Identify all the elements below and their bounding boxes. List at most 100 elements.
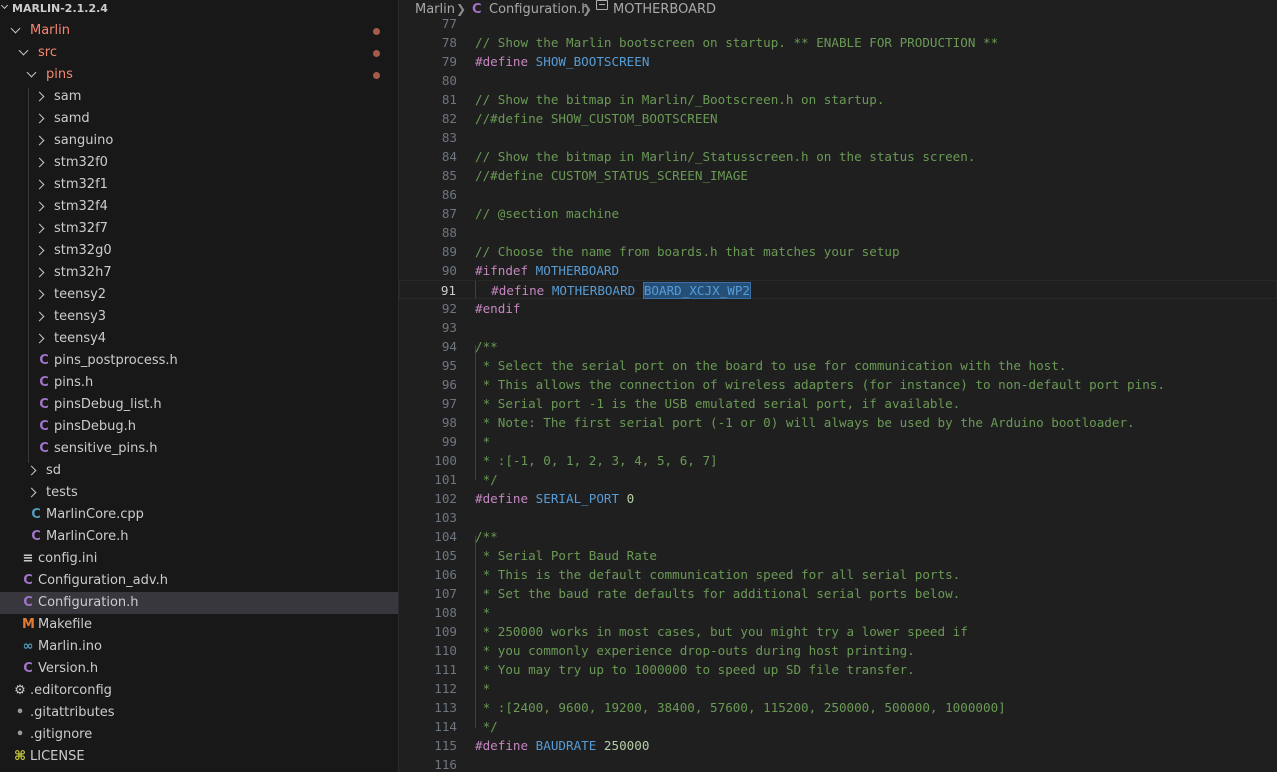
- chevron-right-icon: [34, 91, 45, 102]
- tree-item[interactable]: stm32f7: [0, 218, 398, 240]
- code-line[interactable]: 102 #define SERIAL_PORT 0: [399, 489, 1277, 508]
- tree-item[interactable]: ⚙ .editorconfig: [0, 680, 398, 702]
- code-line[interactable]: 94 /**: [399, 337, 1277, 356]
- tree-item[interactable]: CpinsDebug.h: [0, 416, 398, 438]
- code-text: * Set the baud rate defaults for additio…: [475, 584, 961, 603]
- code-line[interactable]: 116: [399, 755, 1277, 772]
- code-token: #define: [475, 738, 536, 753]
- tree-item[interactable]: C MarlinCore.cpp: [0, 504, 398, 526]
- code-line[interactable]: 93: [399, 318, 1277, 337]
- tree-item[interactable]: teensy2: [0, 284, 398, 306]
- tree-item-label: Marlin.ino: [38, 639, 102, 654]
- tree-item[interactable]: src: [0, 42, 398, 64]
- tree-item[interactable]: C Configuration_adv.h: [0, 570, 398, 592]
- code-line[interactable]: 110 * you commonly experience drop-outs …: [399, 641, 1277, 660]
- license-icon: ⌘: [14, 749, 27, 764]
- tree-item[interactable]: pins: [0, 64, 398, 86]
- code-line[interactable]: 87 // @section machine: [399, 204, 1277, 223]
- code-text: * Serial port -1 is the USB emulated ser…: [475, 394, 961, 413]
- code-line[interactable]: 101 */: [399, 470, 1277, 489]
- tree-item[interactable]: C Version.h: [0, 658, 398, 680]
- tree-item-label: pins: [46, 67, 73, 82]
- tree-item[interactable]: Cpins.h: [0, 372, 398, 394]
- tree-item[interactable]: sanguino: [0, 130, 398, 152]
- settings-file-icon: ⚙: [14, 683, 26, 698]
- code-line[interactable]: 83: [399, 128, 1277, 147]
- tree-item[interactable]: stm32f0: [0, 152, 398, 174]
- code-line[interactable]: 115 #define BAUDRATE 250000: [399, 736, 1277, 755]
- code-line[interactable]: 82 //#define SHOW_CUSTOM_BOOTSCREEN: [399, 109, 1277, 128]
- chevron-right-icon: [34, 135, 45, 146]
- code-line[interactable]: 86: [399, 185, 1277, 204]
- code-token: * You may try up to 1000000 to speed up …: [475, 662, 915, 677]
- tree-item-label: teensy2: [54, 287, 107, 302]
- code-line[interactable]: 113 * :[2400, 9600, 19200, 38400, 57600,…: [399, 698, 1277, 717]
- tree-item[interactable]: stm32f1: [0, 174, 398, 196]
- dotfile-icon: •: [15, 727, 25, 742]
- tree-item[interactable]: ∞ Marlin.ino: [0, 636, 398, 658]
- tree-item[interactable]: samd: [0, 108, 398, 130]
- tree-item[interactable]: M Makefile: [0, 614, 398, 636]
- code-line[interactable]: 90 #ifndef MOTHERBOARD: [399, 261, 1277, 280]
- line-number: 107: [434, 586, 457, 601]
- code-token: /**: [475, 529, 498, 544]
- code-line[interactable]: 91 #define MOTHERBOARD BOARD_XCJX_WP2: [399, 280, 1277, 299]
- code-line[interactable]: 104 /**: [399, 527, 1277, 546]
- code-line[interactable]: 84 // Show the bitmap in Marlin/_Statussc…: [399, 147, 1277, 166]
- code-line[interactable]: 107 * Set the baud rate defaults for add…: [399, 584, 1277, 603]
- tree-item[interactable]: ≡ config.ini: [0, 548, 398, 570]
- code-line[interactable]: 77: [399, 14, 1277, 33]
- code-line[interactable]: 98 * Note: The first serial port (-1 or …: [399, 413, 1277, 432]
- tree-item[interactable]: Marlin: [0, 20, 398, 42]
- code-token: * :[-1, 0, 1, 2, 3, 4, 5, 6, 7]: [475, 453, 718, 468]
- code-line[interactable]: 99 *: [399, 432, 1277, 451]
- code-line[interactable]: 80: [399, 71, 1277, 90]
- code-line[interactable]: 85 //#define CUSTOM_STATUS_SCREEN_IMAGE: [399, 166, 1277, 185]
- code-line[interactable]: 105 * Serial Port Baud Rate: [399, 546, 1277, 565]
- tree-item[interactable]: sd: [0, 460, 398, 482]
- code-line[interactable]: 92 #endif: [399, 299, 1277, 318]
- tree-item[interactable]: sam: [0, 86, 398, 108]
- tree-item[interactable]: stm32h7: [0, 262, 398, 284]
- code-token: BAUDRATE: [535, 738, 604, 753]
- code-line[interactable]: 103: [399, 508, 1277, 527]
- code-line[interactable]: 81 // Show the bitmap in Marlin/_Bootscre…: [399, 90, 1277, 109]
- code-token: * Serial Port Baud Rate: [475, 548, 657, 563]
- tree-item[interactable]: ⌘ LICENSE: [0, 746, 398, 768]
- explorer-section-header[interactable]: MARLIN-2.1.2.4: [0, 0, 398, 18]
- code-token: //#define SHOW_CUSTOM_BOOTSCREEN: [475, 111, 718, 126]
- code-line[interactable]: 112 *: [399, 679, 1277, 698]
- code-line[interactable]: 111 * You may try up to 1000000 to speed…: [399, 660, 1277, 679]
- code-line[interactable]: 96 * This allows the connection of wirel…: [399, 375, 1277, 394]
- code-line[interactable]: 79 #define SHOW_BOOTSCREEN: [399, 52, 1277, 71]
- symbol-constant-icon: [596, 0, 608, 10]
- tree-item[interactable]: tests: [0, 482, 398, 504]
- tree-item[interactable]: teensy3: [0, 306, 398, 328]
- code-editor[interactable]: Marlin ❯ C Configuration.h ❯ MOTHERBOARD…: [399, 0, 1277, 772]
- workspace-title: MARLIN-2.1.2.4: [12, 2, 108, 15]
- code-line[interactable]: 95 * Select the serial port on the board…: [399, 356, 1277, 375]
- tree-item[interactable]: teensy4: [0, 328, 398, 350]
- tree-item[interactable]: C MarlinCore.h: [0, 526, 398, 548]
- code-line[interactable]: 97 * Serial port -1 is the USB emulated …: [399, 394, 1277, 413]
- tree-item[interactable]: stm32f4: [0, 196, 398, 218]
- code-line[interactable]: 114 */: [399, 717, 1277, 736]
- tree-item[interactable]: • .gitignore: [0, 724, 398, 746]
- line-number: 78: [441, 35, 457, 50]
- tree-item[interactable]: Cpins_postprocess.h: [0, 350, 398, 372]
- code-line[interactable]: 88: [399, 223, 1277, 242]
- tree-item[interactable]: CpinsDebug_list.h: [0, 394, 398, 416]
- tree-item[interactable]: C Configuration.h: [0, 592, 398, 614]
- code-line[interactable]: 109 * 250000 works in most cases, but yo…: [399, 622, 1277, 641]
- code-line[interactable]: 89 // Choose the name from boards.h that …: [399, 242, 1277, 261]
- code-line[interactable]: 78 // Show the Marlin bootscreen on start…: [399, 33, 1277, 52]
- code-line[interactable]: 100 * :[-1, 0, 1, 2, 3, 4, 5, 6, 7]: [399, 451, 1277, 470]
- code-line[interactable]: 108 *: [399, 603, 1277, 622]
- tree-item[interactable]: Csensitive_pins.h: [0, 438, 398, 460]
- tree-item-label: MarlinCore.cpp: [46, 507, 144, 522]
- c-file-icon: C: [39, 441, 49, 456]
- tree-item[interactable]: • .gitattributes: [0, 702, 398, 724]
- code-line[interactable]: 106 * This is the default communication …: [399, 565, 1277, 584]
- tree-item[interactable]: stm32g0: [0, 240, 398, 262]
- line-number: 106: [434, 567, 457, 582]
